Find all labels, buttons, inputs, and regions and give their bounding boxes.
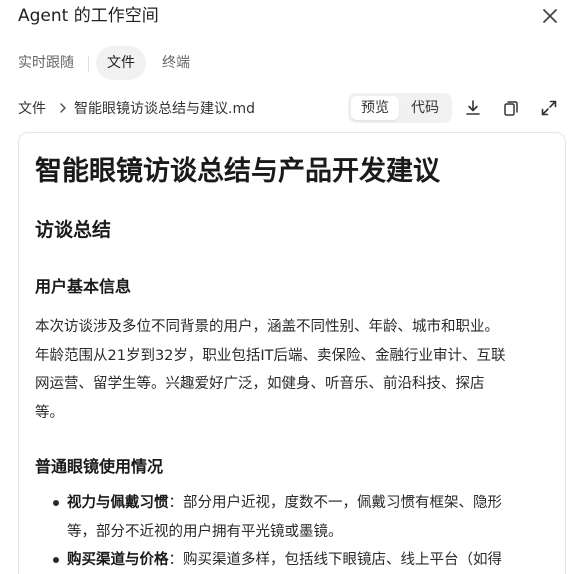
paragraph: 本次访谈涉及多位不同背景的用户，涵盖不同性别、年龄、城市和职业。 年龄范围从21… [35, 313, 551, 427]
expand-icon[interactable] [540, 99, 558, 117]
tab-realtime-follow[interactable]: 实时跟随 [18, 46, 74, 80]
close-button[interactable] [540, 6, 560, 26]
list-item: 购买渠道与价格：购买渠道多样，包括线下眼镜店、线上平台（如得 [35, 546, 551, 574]
breadcrumb-file: 智能眼镜访谈总结与建议.md [74, 101, 255, 117]
tab-divider [88, 56, 89, 72]
bullet-dot [53, 557, 59, 563]
document-title: 智能眼镜访谈总结与产品开发建议 [35, 156, 440, 187]
tab-files[interactable]: 文件 [96, 46, 146, 80]
copy-icon[interactable] [502, 99, 520, 117]
markdown-preview[interactable]: 智能眼镜访谈总结与产品开发建议 访谈总结 用户基本信息 本次访谈涉及多位不同背景… [18, 132, 566, 574]
file-path-bar: 文件 智能眼镜访谈总结与建议.md 预览 代码 [0, 92, 582, 124]
chevron-right-icon [60, 103, 66, 113]
list-item: 视力与佩戴习惯：部分用户近视，度数不一，佩戴习惯有框架、隐形 等，部分不近视的用… [35, 489, 551, 546]
view-mode-toggle: 预览 代码 [348, 93, 452, 123]
list-item-text: ：部分用户近视，度数不一，佩戴习惯有框架、隐形 [168, 495, 503, 511]
paragraph-line: 等。 [35, 404, 64, 421]
subsection-heading-user-info: 用户基本信息 [35, 277, 132, 296]
paragraph-line: 本次访谈涉及多位不同背景的用户，涵盖不同性别、年龄、城市和职业。 [35, 319, 499, 335]
list-item-label: 视力与佩戴习惯 [67, 495, 169, 511]
list-item-label: 购买渠道与价格 [67, 552, 169, 568]
bullet-dot [53, 500, 59, 506]
list-item-text: ：购买渠道多样，包括线下眼镜店、线上平台（如得 [168, 552, 503, 568]
breadcrumb-root[interactable]: 文件 [18, 98, 46, 118]
preview-button[interactable]: 预览 [351, 96, 399, 120]
paragraph-line: 网运营、留学生等。兴趣爱好广泛，如健身、听音乐、前沿科技、探店 [35, 376, 485, 392]
agent-workspace-panel: Agent 的工作空间 实时跟随 文件 终端 文件 智能眼镜访谈总结与建议.md… [0, 0, 582, 574]
list-item-line: 等，部分不近视的用户拥有平光镜或墨镜。 [67, 523, 343, 540]
title-bar: Agent 的工作空间 [0, 0, 582, 36]
paragraph-line: 年龄范围从21岁到32岁，职业包括IT后端、卖保险、金融行业审计、互联 [35, 347, 506, 364]
window-title: Agent 的工作空间 [18, 6, 159, 26]
bullet-list: 视力与佩戴习惯：部分用户近视，度数不一，佩戴习惯有框架、隐形 等，部分不近视的用… [35, 489, 551, 574]
list-item-line: 购买渠道与价格：购买渠道多样，包括线下眼镜店、线上平台（如得 [67, 546, 551, 574]
section-heading: 访谈总结 [35, 219, 112, 241]
tab-terminal[interactable]: 终端 [162, 46, 190, 80]
download-icon[interactable] [464, 99, 482, 117]
close-icon [543, 9, 557, 23]
list-item-line: 视力与佩戴习惯：部分用户近视，度数不一，佩戴习惯有框架、隐形 [67, 489, 551, 518]
tab-bar: 实时跟随 文件 终端 [0, 46, 582, 80]
subsection-heading-glasses-usage: 普通眼镜使用情况 [35, 457, 164, 476]
code-button[interactable]: 代码 [401, 96, 449, 120]
